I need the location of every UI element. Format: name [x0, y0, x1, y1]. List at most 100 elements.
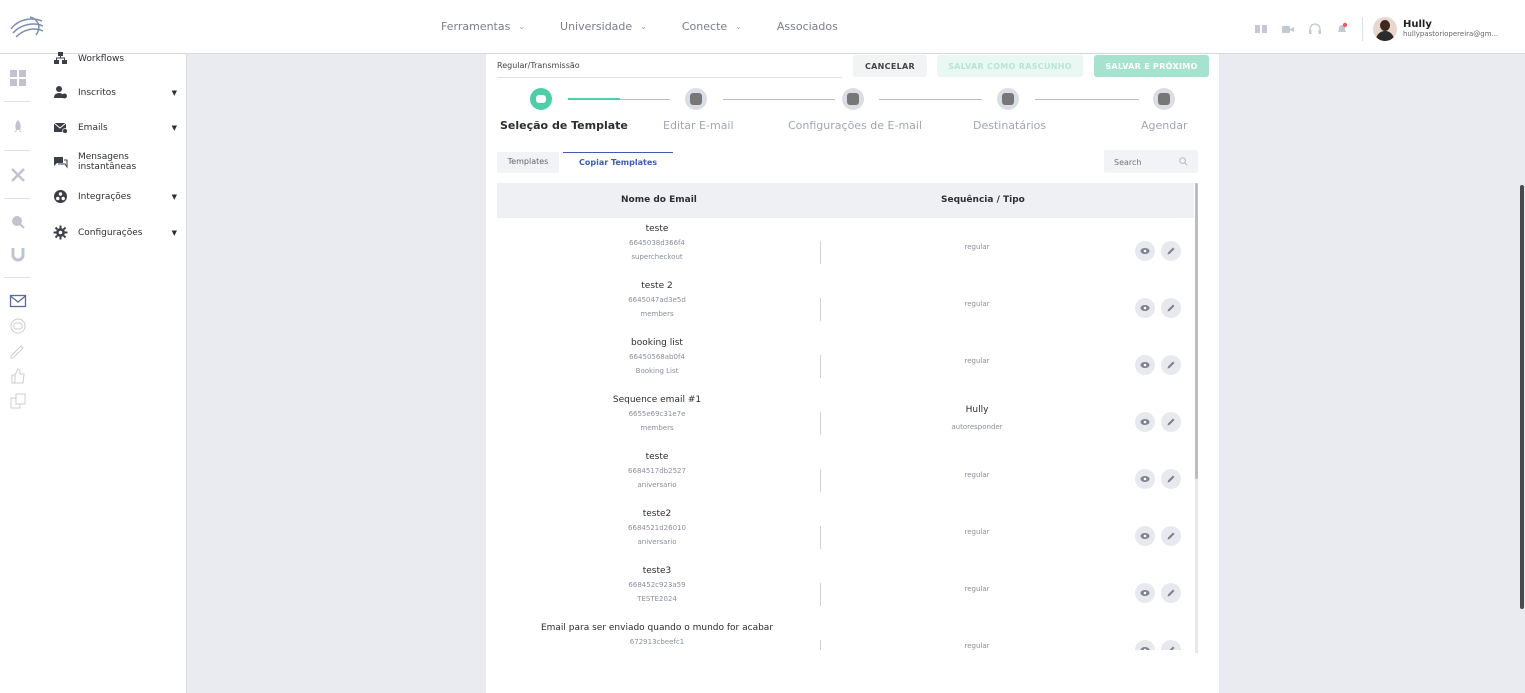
email-name-cell: teste 2 6645047ad3e5d members: [497, 280, 817, 319]
email-id: 6684517db2527: [628, 467, 686, 475]
search-input[interactable]: [1112, 155, 1176, 169]
nav-label: Associados: [776, 20, 838, 33]
email-id: 6645047ad3e5d: [628, 296, 686, 304]
magnet-icon[interactable]: [9, 245, 27, 263]
avatar[interactable]: [1373, 17, 1397, 41]
notification-bell-icon[interactable]: [1335, 22, 1349, 36]
step-recipients-icon[interactable]: [997, 88, 1019, 110]
edit-pencil-icon[interactable]: [1161, 640, 1181, 650]
step-label-template[interactable]: Seleção de Template: [500, 119, 628, 132]
step-label-settings[interactable]: Configurações de E-mail: [788, 119, 922, 132]
email-id: 668452c923a59: [628, 581, 686, 589]
user-email: hullypastoriopereira@gm...: [1403, 30, 1499, 38]
rocket-icon[interactable]: [9, 118, 27, 136]
step-label-schedule[interactable]: Agendar: [1141, 119, 1188, 132]
search-icon[interactable]: [1179, 157, 1188, 166]
pages-icon[interactable]: [9, 392, 27, 410]
preview-eye-icon[interactable]: [1135, 412, 1155, 432]
like-icon[interactable]: [9, 367, 27, 385]
video-icon[interactable]: [1281, 22, 1295, 36]
edit-pencil-icon[interactable]: [1161, 469, 1181, 489]
preview-eye-icon[interactable]: [1135, 241, 1155, 261]
step-email-settings-icon[interactable]: [842, 88, 864, 110]
step-template-icon[interactable]: [530, 88, 552, 110]
page-scrollbar-thumb[interactable]: [1520, 185, 1524, 609]
tab-templates[interactable]: Templates: [497, 152, 559, 173]
save-draft-button[interactable]: SALVAR COMO RASCUNHO: [937, 55, 1083, 77]
table-scrollbar-thumb[interactable]: [1195, 183, 1198, 479]
sidebar-item-inscritos[interactable]: Inscritos ▼: [53, 85, 177, 100]
step-label-recipients[interactable]: Destinatários: [973, 119, 1046, 132]
bot-chat-icon[interactable]: [9, 317, 27, 335]
nav-associados[interactable]: Associados: [777, 20, 838, 33]
sidebar-item-emails[interactable]: Emails ▼: [53, 120, 177, 135]
top-right-tools: Hully hullypastoriopereira@gm...: [1254, 17, 1498, 41]
nav-ferramentas[interactable]: Ferramentas ⌄: [441, 20, 525, 33]
sidebar-item-mensagens[interactable]: Mensagens instantâneas: [53, 152, 177, 172]
email-name: teste 2: [641, 281, 673, 291]
support-headset-icon[interactable]: [1308, 22, 1322, 36]
step-schedule-icon[interactable]: [1153, 88, 1175, 110]
tools-icon[interactable]: [9, 166, 27, 184]
funnel-edit-icon[interactable]: [9, 342, 27, 360]
tab-copiar-templates[interactable]: Copiar Templates: [563, 152, 673, 174]
column-header-name: Nome do Email: [621, 195, 697, 205]
sequence-type: regular: [964, 300, 990, 308]
preview-eye-icon[interactable]: [1135, 298, 1155, 318]
book-icon[interactable]: [1254, 22, 1268, 36]
brand-logo-icon[interactable]: [8, 13, 46, 41]
caret-down-icon: ▼: [171, 192, 177, 201]
sequence-type: regular: [964, 243, 990, 251]
edit-pencil-icon[interactable]: [1161, 526, 1181, 546]
page-scrollbar[interactable]: [1519, 54, 1525, 693]
nav-conecte[interactable]: Conecte ⌄: [682, 20, 742, 33]
sidebar-item-workflows[interactable]: Workflows: [53, 51, 177, 66]
step-label-edit[interactable]: Editar E-mail: [663, 119, 734, 132]
top-navigation: Ferramentas ⌄ Universidade ⌄ Conecte ⌄ A…: [441, 20, 873, 33]
sidebar-item-label: Configurações: [78, 227, 143, 238]
step-connector: [723, 99, 835, 100]
table-row[interactable]: booking list 66450568ab0f4 Booking List …: [497, 337, 1194, 394]
user-info[interactable]: Hully hullypastoriopereira@gm...: [1403, 19, 1498, 39]
chevron-down-icon: ⌄: [518, 22, 526, 31]
nav-universidade[interactable]: Universidade ⌄: [560, 20, 647, 33]
edit-pencil-icon[interactable]: [1161, 241, 1181, 261]
search-people-icon[interactable]: [9, 213, 27, 231]
table-row[interactable]: teste 6645038d366f4 supercheckout regula…: [497, 223, 1194, 280]
table-row[interactable]: teste2 6684521d26010 aniversario regular: [497, 508, 1194, 565]
table-row[interactable]: Sequence email #1 6655e69c31e7e members …: [497, 394, 1194, 451]
table-row[interactable]: teste3 668452c923a59 TESTE2024 regular: [497, 565, 1194, 622]
email-name: booking list: [631, 338, 683, 348]
preview-eye-icon[interactable]: [1135, 583, 1155, 603]
table-row[interactable]: teste 6684517db2527 aniversario regular: [497, 451, 1194, 508]
edit-pencil-icon[interactable]: [1161, 298, 1181, 318]
sidebar-item-label: Workflows: [78, 53, 125, 64]
preview-eye-icon[interactable]: [1135, 355, 1155, 375]
sidebar-item-configuracoes[interactable]: Configurações ▼: [53, 225, 177, 240]
label-line: Mensagens: [78, 152, 129, 162]
mail-icon[interactable]: [9, 292, 27, 310]
table-row[interactable]: teste 2 6645047ad3e5d members regular: [497, 280, 1194, 337]
save-next-button[interactable]: SALVAR E PRÓXIMO: [1094, 55, 1209, 77]
edit-pencil-icon[interactable]: [1161, 355, 1181, 375]
template-list: teste 6645038d366f4 supercheckout regula…: [497, 218, 1194, 650]
table-row[interactable]: Email para ser enviado quando o mundo fo…: [497, 622, 1194, 650]
email-id: 6645038d366f4: [629, 239, 685, 247]
preview-eye-icon[interactable]: [1135, 640, 1155, 650]
email-type-field[interactable]: Regular/Transmissão: [497, 59, 842, 78]
preview-eye-icon[interactable]: [1135, 526, 1155, 546]
edit-pencil-icon[interactable]: [1161, 412, 1181, 432]
step-connector: [568, 98, 670, 100]
edit-pencil-icon[interactable]: [1161, 583, 1181, 603]
email-editor-panel: Regular/Transmissão CANCELAR SALVAR COMO…: [486, 54, 1219, 693]
column-divider: [820, 412, 821, 435]
cancel-button[interactable]: CANCELAR: [853, 55, 927, 77]
preview-eye-icon[interactable]: [1135, 469, 1155, 489]
dashboard-icon[interactable]: [9, 69, 27, 87]
column-divider: [820, 298, 821, 321]
sidebar-item-integracoes[interactable]: Integrações ▼: [53, 189, 177, 204]
sequence-cell: regular: [897, 298, 1057, 310]
email-name-cell: teste3 668452c923a59 TESTE2024: [497, 565, 817, 604]
step-edit-email-icon[interactable]: [685, 88, 707, 110]
nav-label: Ferramentas: [441, 20, 511, 33]
